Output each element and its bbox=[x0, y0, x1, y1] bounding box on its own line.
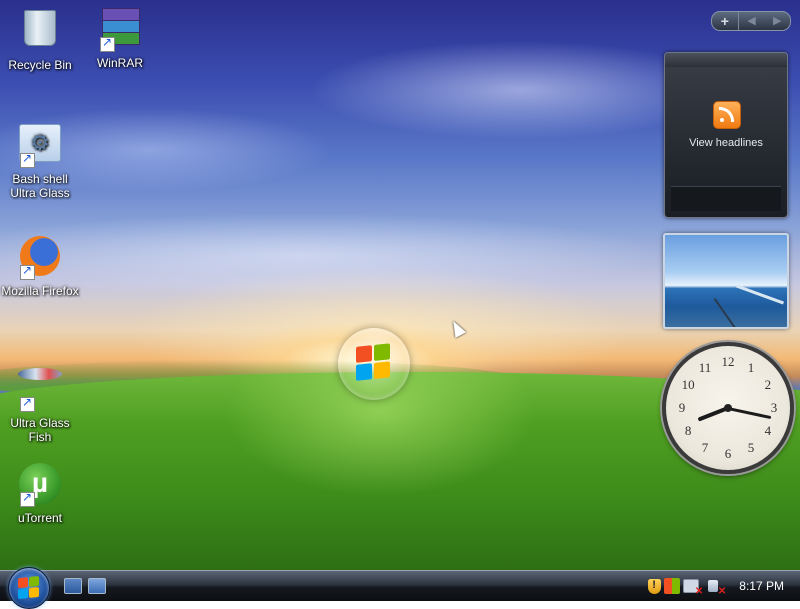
ocean-dock-photo bbox=[713, 298, 739, 327]
switch-windows-icon[interactable] bbox=[88, 578, 106, 594]
clock-center bbox=[724, 404, 732, 412]
clock-number: 2 bbox=[764, 377, 772, 392]
desktop-background: Recycle Bin WinRAR ⚙ Bash shell Ultra Gl… bbox=[0, 0, 800, 570]
desktop-icon-recycle-bin[interactable]: Recycle Bin bbox=[0, 4, 80, 72]
feed-headlines-gadget[interactable]: View headlines bbox=[664, 52, 788, 218]
clock-number: 10 bbox=[681, 377, 695, 392]
shortcut-arrow-icon bbox=[100, 35, 115, 52]
start-orb-icon bbox=[18, 575, 40, 600]
clock-number: 9 bbox=[678, 400, 686, 415]
taskbar: 8:17 PM bbox=[0, 567, 800, 609]
desktop-icon-label: WinRAR bbox=[96, 56, 143, 70]
slideshow-gadget[interactable] bbox=[663, 233, 789, 329]
desktop-icon-bash-shell[interactable]: ⚙ Bash shell Ultra Glass bbox=[0, 120, 80, 200]
rss-icon bbox=[713, 101, 741, 129]
clock-number: 7 bbox=[701, 439, 709, 455]
start-button[interactable] bbox=[8, 567, 50, 609]
windows-logo-orb bbox=[338, 328, 410, 400]
system-tray: 8:17 PM bbox=[648, 574, 800, 598]
shortcut-arrow-icon bbox=[20, 395, 35, 412]
shortcut-arrow-icon bbox=[20, 151, 35, 168]
desktop-icon-firefox[interactable]: Mozilla Firefox bbox=[0, 234, 80, 298]
fish-icon bbox=[18, 368, 62, 380]
desktop-icon-label: Recycle Bin bbox=[8, 58, 72, 72]
clock-number: 11 bbox=[698, 360, 712, 376]
view-headlines-link[interactable]: View headlines bbox=[665, 137, 787, 149]
next-gadgets-button[interactable]: ▶ bbox=[764, 12, 790, 30]
shortcut-arrow-icon bbox=[20, 490, 35, 507]
clock-number: 4 bbox=[764, 423, 772, 438]
windows-flag-icon bbox=[356, 343, 392, 383]
clock-time[interactable]: 8:17 PM bbox=[739, 579, 784, 593]
recycle-bin-icon bbox=[24, 10, 56, 46]
desktop-icon-utorrent[interactable]: µ uTorrent bbox=[0, 462, 80, 525]
shortcut-arrow-icon bbox=[20, 263, 35, 280]
clock-number: 1 bbox=[747, 360, 755, 376]
windows-update-icon[interactable] bbox=[664, 578, 681, 594]
desktop-icon-label: Mozilla Firefox bbox=[1, 284, 79, 298]
clock-number: 12 bbox=[721, 354, 735, 369]
clock-number: 6 bbox=[724, 446, 732, 461]
desktop-icon-label: Bash shell Ultra Glass bbox=[10, 172, 70, 200]
show-desktop-icon[interactable] bbox=[64, 578, 82, 594]
add-gadget-button[interactable]: + bbox=[712, 12, 739, 30]
clock-number: 8 bbox=[684, 423, 692, 438]
sidebar-controls: + ◀ ▶ bbox=[711, 11, 791, 31]
mouse-pointer-icon bbox=[447, 318, 467, 338]
clock-number: 5 bbox=[747, 439, 755, 455]
desktop-icon-label: uTorrent bbox=[17, 511, 63, 525]
desktop-icon-winrar[interactable]: WinRAR bbox=[80, 4, 160, 70]
previous-gadgets-button[interactable]: ◀ bbox=[739, 12, 765, 30]
desktop-icon-ultra-glass-fish[interactable]: Ultra Glass Fish bbox=[0, 348, 80, 444]
network-disconnected-icon[interactable] bbox=[683, 579, 703, 597]
security-alert-icon[interactable] bbox=[648, 578, 662, 594]
desktop-icon-label: Ultra Glass Fish bbox=[10, 416, 70, 444]
clock-number: 3 bbox=[770, 400, 778, 415]
clock-gadget[interactable]: 12 1 2 3 4 5 6 7 8 9 10 11 bbox=[662, 342, 794, 474]
volume-muted-icon[interactable] bbox=[708, 580, 726, 597]
